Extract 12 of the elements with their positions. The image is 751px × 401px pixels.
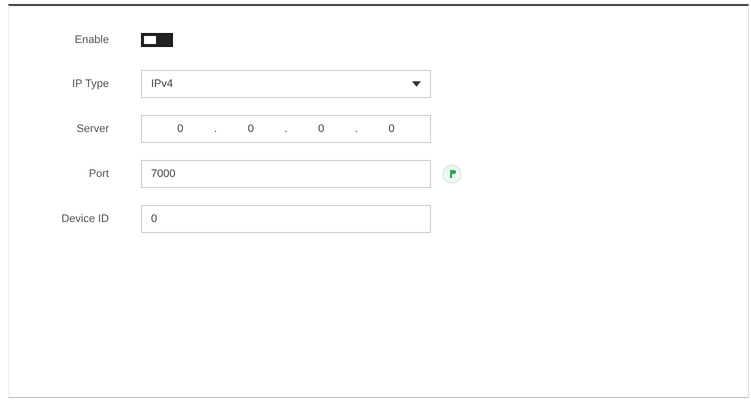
field-label: Port xyxy=(88,168,109,180)
field-label: IP Type xyxy=(71,78,109,90)
field-label: Enable xyxy=(74,34,109,46)
field-label: Server xyxy=(76,123,109,135)
dropdown[interactable]: IPv4 xyxy=(141,70,431,98)
field-label: Device ID xyxy=(60,213,109,225)
ip-address-field[interactable]: 0 . 0 . 0 . 0 xyxy=(141,115,431,143)
caret-icon xyxy=(412,81,421,87)
input-field[interactable]: 0 xyxy=(141,205,431,233)
toggle-switch[interactable] xyxy=(141,33,173,47)
input-field[interactable]: 7000 xyxy=(141,160,431,188)
help-icon[interactable] xyxy=(442,164,462,184)
